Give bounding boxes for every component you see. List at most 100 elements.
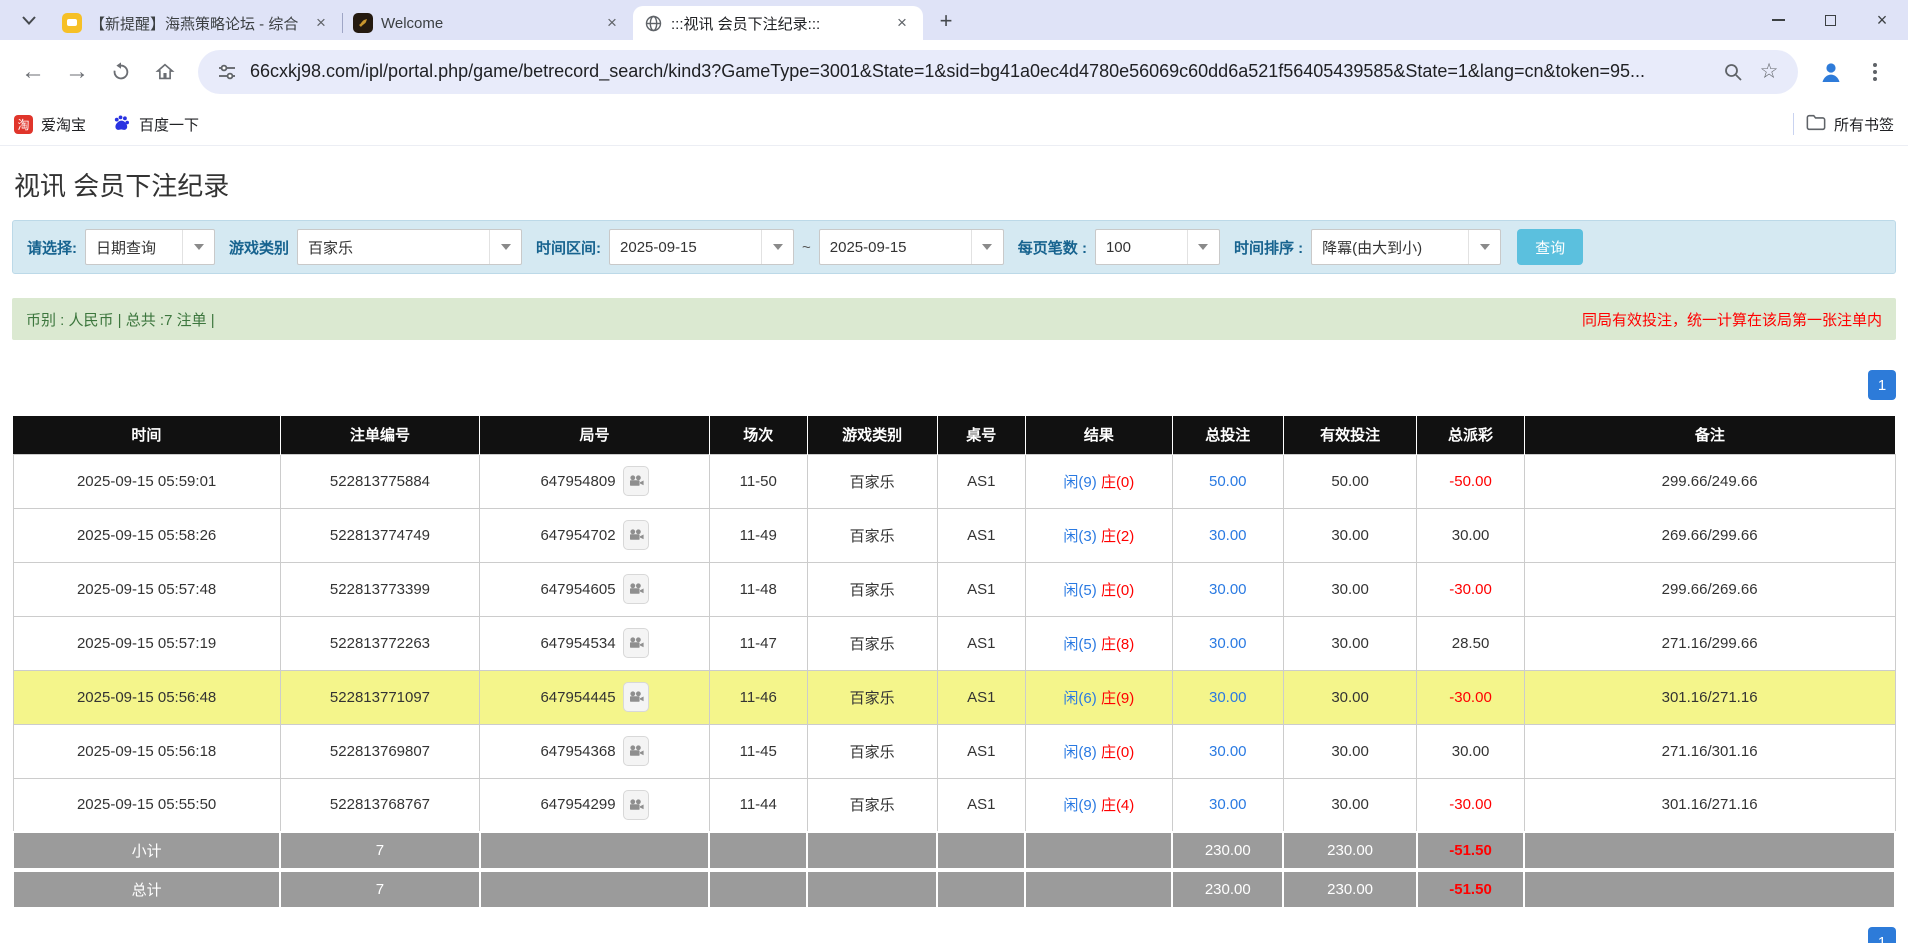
cell-note: 271.16/299.66: [1524, 616, 1895, 670]
page-size-value: 100: [1096, 239, 1187, 256]
game-type-select[interactable]: 百家乐: [297, 229, 522, 265]
header-time: 时间: [13, 416, 280, 454]
cell-total-bet[interactable]: 30.00: [1172, 778, 1283, 832]
query-type-label: 请选择:: [27, 237, 77, 258]
cell-valid-bet: 30.00: [1283, 562, 1417, 616]
cell-total-bet[interactable]: 50.00: [1172, 454, 1283, 508]
header-table-no: 桌号: [937, 416, 1025, 454]
game-type-value: 百家乐: [298, 237, 489, 258]
cell-session: 11-49: [709, 508, 807, 562]
home-icon[interactable]: [146, 53, 184, 91]
bookmark-aitaobao[interactable]: 淘 爱淘宝: [14, 114, 86, 135]
cell-time: 2025-09-15 05:57:19: [13, 616, 280, 670]
summary-total-bet: 230.00: [1172, 870, 1283, 908]
tab-title: Welcome: [381, 15, 593, 32]
tab-welcome[interactable]: Welcome ×: [343, 6, 633, 40]
table-summary-row: 小计7230.00230.00-51.50: [13, 832, 1895, 870]
date-to-select[interactable]: 2025-09-15: [819, 229, 1004, 265]
cell-note: 269.66/299.66: [1524, 508, 1895, 562]
all-bookmarks-label: 所有书签: [1834, 114, 1894, 135]
cell-note: 299.66/269.66: [1524, 562, 1895, 616]
minimize-button[interactable]: [1752, 0, 1804, 40]
header-note: 备注: [1524, 416, 1895, 454]
sort-select[interactable]: 降冪(由大到小): [1311, 229, 1501, 265]
welcome-favicon-icon: [353, 13, 373, 33]
bookmarks-bar: 淘 爱淘宝 百度一下 所有书签: [0, 103, 1908, 146]
video-replay-icon[interactable]: [623, 466, 649, 496]
table-header-row: 时间 注单编号 局号 场次 游戏类别 桌号 结果 总投注 有效投注 总派彩 备注: [13, 416, 1895, 454]
cell-total-bet[interactable]: 30.00: [1172, 562, 1283, 616]
browser-toolbar: ← → 66cxkj98.com/ipl/portal.php/game/bet…: [0, 40, 1908, 103]
page-size-select[interactable]: 100: [1095, 229, 1220, 265]
site-info-icon[interactable]: [214, 59, 240, 85]
video-replay-icon[interactable]: [623, 682, 649, 712]
header-game-type: 游戏类别: [807, 416, 937, 454]
cell-total-bet[interactable]: 30.00: [1172, 724, 1283, 778]
forward-icon[interactable]: →: [58, 53, 96, 91]
chevron-down-icon: [1187, 230, 1219, 264]
table-row: 2025-09-15 05:55:50522813768767647954299…: [13, 778, 1895, 832]
tab-close-icon[interactable]: ×: [891, 12, 913, 34]
url-bar[interactable]: 66cxkj98.com/ipl/portal.php/game/betreco…: [198, 50, 1798, 94]
sort-value: 降冪(由大到小): [1312, 237, 1468, 258]
bookmark-star-icon[interactable]: ☆: [1756, 59, 1782, 85]
url-text[interactable]: 66cxkj98.com/ipl/portal.php/game/betreco…: [250, 61, 1710, 82]
cell-bet-no: 522813774749: [280, 508, 479, 562]
cell-valid-bet: 30.00: [1283, 778, 1417, 832]
zoom-icon[interactable]: [1720, 59, 1746, 85]
bookmark-baidu[interactable]: 百度一下: [112, 113, 199, 136]
cell-valid-bet: 30.00: [1283, 724, 1417, 778]
header-result: 结果: [1025, 416, 1172, 454]
date-to-value: 2025-09-15: [820, 239, 971, 256]
tab-close-icon[interactable]: ×: [310, 12, 332, 34]
refresh-icon[interactable]: [102, 53, 140, 91]
cell-session: 11-48: [709, 562, 807, 616]
search-button[interactable]: 查询: [1517, 229, 1583, 265]
cell-total-bet[interactable]: 30.00: [1172, 670, 1283, 724]
video-replay-icon[interactable]: [623, 790, 649, 820]
date-from-select[interactable]: 2025-09-15: [609, 229, 794, 265]
video-replay-icon[interactable]: [623, 520, 649, 550]
page-number-button[interactable]: 1: [1868, 370, 1896, 400]
query-type-select[interactable]: 日期查询: [85, 229, 215, 265]
cell-payout: -30.00: [1417, 778, 1524, 832]
summary-count: 7: [280, 870, 479, 908]
restore-button[interactable]: [1804, 0, 1856, 40]
chevron-down-icon: [971, 230, 1003, 264]
summary-payout: -51.50: [1417, 870, 1524, 908]
cell-valid-bet: 30.00: [1283, 508, 1417, 562]
video-replay-icon[interactable]: [623, 574, 649, 604]
cell-round-no: 647954445: [480, 670, 710, 724]
video-replay-icon[interactable]: [623, 628, 649, 658]
chevron-down-icon: [761, 230, 793, 264]
cell-note: 301.16/271.16: [1524, 778, 1895, 832]
tab-close-icon[interactable]: ×: [601, 12, 623, 34]
tab-title: 【新提醒】海燕策略论坛 - 综合: [90, 13, 302, 34]
back-icon[interactable]: ←: [14, 53, 52, 91]
cell-time: 2025-09-15 05:58:26: [13, 508, 280, 562]
filter-bar: 请选择: 日期查询 游戏类别 百家乐 时间区间: 2025-09-15 ~ 20…: [12, 220, 1896, 274]
tab-strip: 【新提醒】海燕策略论坛 - 综合 × Welcome × :::视讯 会员下注纪…: [0, 0, 1908, 40]
cell-table-no: AS1: [937, 562, 1025, 616]
new-tab-button[interactable]: +: [931, 6, 961, 36]
summary-valid-bet: 230.00: [1283, 832, 1417, 870]
header-total-bet: 总投注: [1172, 416, 1283, 454]
chevron-down-icon: [489, 230, 521, 264]
tab-search-button[interactable]: [12, 3, 46, 37]
cell-time: 2025-09-15 05:56:18: [13, 724, 280, 778]
cell-table-no: AS1: [937, 778, 1025, 832]
cell-session: 11-47: [709, 616, 807, 670]
all-bookmarks-button[interactable]: 所有书签: [1806, 114, 1894, 135]
tab-forum[interactable]: 【新提醒】海燕策略论坛 - 综合 ×: [52, 6, 342, 40]
cell-valid-bet: 30.00: [1283, 670, 1417, 724]
tab-betrecord[interactable]: :::视讯 会员下注纪录::: ×: [633, 6, 923, 40]
page-number-button-bottom[interactable]: 1: [1868, 927, 1896, 943]
browser-menu-icon[interactable]: [1856, 53, 1894, 91]
close-button[interactable]: ×: [1856, 0, 1908, 40]
cell-total-bet[interactable]: 30.00: [1172, 616, 1283, 670]
bookmark-label: 爱淘宝: [41, 114, 86, 135]
profile-avatar-icon[interactable]: [1812, 53, 1850, 91]
cell-total-bet[interactable]: 30.00: [1172, 508, 1283, 562]
video-replay-icon[interactable]: [623, 736, 649, 766]
cell-game-type: 百家乐: [807, 778, 937, 832]
